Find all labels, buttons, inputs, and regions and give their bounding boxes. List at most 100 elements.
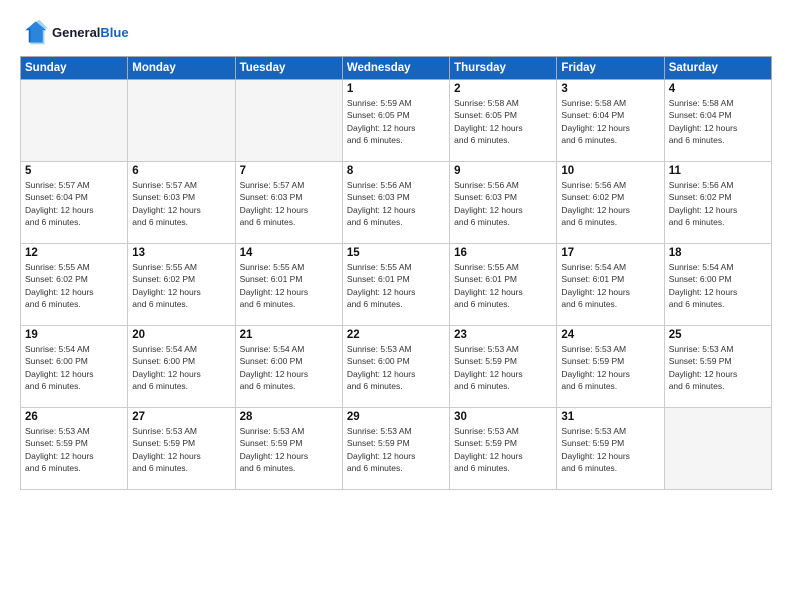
calendar-cell: 13Sunrise: 5:55 AM Sunset: 6:02 PM Dayli… [128, 244, 235, 326]
day-number: 5 [25, 165, 123, 177]
calendar-cell: 26Sunrise: 5:53 AM Sunset: 5:59 PM Dayli… [21, 408, 128, 490]
calendar-cell: 3 Sunrise: 5:58 AM Sunset: 6:04 PM Daylig… [557, 80, 664, 162]
day-info: Sunrise: 5:53 AM Sunset: 5:59 PM Dayligh… [132, 425, 230, 474]
weekday-header-sunday: Sunday [21, 57, 128, 80]
day-info: Sunrise: 5:57 AM Sunset: 6:03 PM Dayligh… [240, 179, 338, 228]
day-info: Sunrise: 5:53 AM Sunset: 5:59 PM Dayligh… [669, 343, 767, 392]
day-number: 12 [25, 247, 123, 259]
day-info: Sunrise: 5:57 AM Sunset: 6:03 PM Dayligh… [132, 179, 230, 228]
calendar-cell: 29 Sunrise: 5:53 AM Sunset: 5:59 PM Dayli… [342, 408, 449, 490]
day-number: 11 [669, 165, 767, 177]
day-number: 14 [240, 247, 338, 259]
day-info: Sunrise: 5:54 AM Sunset: 6:00 PM Dayligh… [25, 343, 123, 392]
weekday-header-wednesday: Wednesday [342, 57, 449, 80]
day-info: Sunrise: 5:59 AM Sunset: 6:05 PM Dayligh… [347, 97, 445, 146]
calendar-cell: 19 Sunrise: 5:54 AM Sunset: 6:00 PM Dayli… [21, 326, 128, 408]
day-number: 24 [561, 329, 659, 341]
calendar-cell: 15Sunrise: 5:55 AM Sunset: 6:01 PM Dayli… [342, 244, 449, 326]
logo-icon [20, 18, 48, 46]
day-number: 28 [240, 411, 338, 423]
calendar-cell [128, 80, 235, 162]
day-number: 17 [561, 247, 659, 259]
calendar-cell: 18 Sunrise: 5:54 AM Sunset: 6:00 PM Dayli… [664, 244, 771, 326]
calendar-cell [235, 80, 342, 162]
calendar-cell: 22 Sunrise: 5:53 AM Sunset: 6:00 PM Dayli… [342, 326, 449, 408]
calendar-cell: 27 Sunrise: 5:53 AM Sunset: 5:59 PM Dayli… [128, 408, 235, 490]
weekday-header-tuesday: Tuesday [235, 57, 342, 80]
calendar-cell: 20 Sunrise: 5:54 AM Sunset: 6:00 PM Dayli… [128, 326, 235, 408]
day-info: Sunrise: 5:54 AM Sunset: 6:01 PM Dayligh… [561, 261, 659, 310]
calendar-cell: 14 Sunrise: 5:55 AM Sunset: 6:01 PM Dayli… [235, 244, 342, 326]
day-info: Sunrise: 5:58 AM Sunset: 6:04 PM Dayligh… [561, 97, 659, 146]
calendar-week-2: 5 Sunrise: 5:57 AM Sunset: 6:04 PM Daylig… [21, 162, 772, 244]
day-info: Sunrise: 5:53 AM Sunset: 5:59 PM Dayligh… [454, 343, 552, 392]
calendar-cell: 7 Sunrise: 5:57 AM Sunset: 6:03 PM Daylig… [235, 162, 342, 244]
calendar-cell: 12 Sunrise: 5:55 AM Sunset: 6:02 PM Dayli… [21, 244, 128, 326]
day-number: 8 [347, 165, 445, 177]
calendar-cell: 6 Sunrise: 5:57 AM Sunset: 6:03 PM Daylig… [128, 162, 235, 244]
calendar-cell [664, 408, 771, 490]
weekday-header-thursday: Thursday [450, 57, 557, 80]
day-number: 26 [25, 411, 123, 423]
calendar-cell: 16 Sunrise: 5:55 AM Sunset: 6:01 PM Dayli… [450, 244, 557, 326]
weekday-header-friday: Friday [557, 57, 664, 80]
day-info: Sunrise: 5:55 AM Sunset: 6:01 PM Dayligh… [347, 261, 445, 310]
day-number: 1 [347, 83, 445, 95]
day-info: Sunrise: 5:56 AM Sunset: 6:03 PM Dayligh… [454, 179, 552, 228]
calendar-cell: 31 Sunrise: 5:53 AM Sunset: 5:59 PM Dayli… [557, 408, 664, 490]
day-info: Sunrise: 5:54 AM Sunset: 6:00 PM Dayligh… [132, 343, 230, 392]
day-number: 29 [347, 411, 445, 423]
day-number: 18 [669, 247, 767, 259]
calendar-cell: 9 Sunrise: 5:56 AM Sunset: 6:03 PM Daylig… [450, 162, 557, 244]
day-number: 22 [347, 329, 445, 341]
page-header: GeneralBlue [20, 18, 772, 46]
day-info: Sunrise: 5:56 AM Sunset: 6:02 PM Dayligh… [669, 179, 767, 228]
day-info: Sunrise: 5:54 AM Sunset: 6:00 PM Dayligh… [669, 261, 767, 310]
day-info: Sunrise: 5:53 AM Sunset: 5:59 PM Dayligh… [561, 425, 659, 474]
calendar-cell: 10 Sunrise: 5:56 AM Sunset: 6:02 PM Dayli… [557, 162, 664, 244]
calendar-cell: 4Sunrise: 5:58 AM Sunset: 6:04 PM Daylig… [664, 80, 771, 162]
calendar-cell: 30Sunrise: 5:53 AM Sunset: 5:59 PM Dayli… [450, 408, 557, 490]
calendar-cell: 11 Sunrise: 5:56 AM Sunset: 6:02 PM Dayli… [664, 162, 771, 244]
day-info: Sunrise: 5:55 AM Sunset: 6:02 PM Dayligh… [132, 261, 230, 310]
day-number: 9 [454, 165, 552, 177]
calendar-table: SundayMondayTuesdayWednesdayThursdayFrid… [20, 56, 772, 490]
day-info: Sunrise: 5:53 AM Sunset: 5:59 PM Dayligh… [347, 425, 445, 474]
calendar-cell: 2 Sunrise: 5:58 AM Sunset: 6:05 PM Daylig… [450, 80, 557, 162]
day-info: Sunrise: 5:56 AM Sunset: 6:02 PM Dayligh… [561, 179, 659, 228]
day-info: Sunrise: 5:55 AM Sunset: 6:02 PM Dayligh… [25, 261, 123, 310]
calendar-cell: 24Sunrise: 5:53 AM Sunset: 5:59 PM Dayli… [557, 326, 664, 408]
day-info: Sunrise: 5:55 AM Sunset: 6:01 PM Dayligh… [240, 261, 338, 310]
weekday-header-row: SundayMondayTuesdayWednesdayThursdayFrid… [21, 57, 772, 80]
weekday-header-saturday: Saturday [664, 57, 771, 80]
calendar-week-1: 1 Sunrise: 5:59 AM Sunset: 6:05 PM Daylig… [21, 80, 772, 162]
day-number: 31 [561, 411, 659, 423]
day-number: 23 [454, 329, 552, 341]
day-info: Sunrise: 5:55 AM Sunset: 6:01 PM Dayligh… [454, 261, 552, 310]
day-info: Sunrise: 5:53 AM Sunset: 5:59 PM Dayligh… [240, 425, 338, 474]
logo-text: GeneralBlue [52, 25, 129, 40]
calendar-cell: 5 Sunrise: 5:57 AM Sunset: 6:04 PM Daylig… [21, 162, 128, 244]
day-info: Sunrise: 5:53 AM Sunset: 5:59 PM Dayligh… [454, 425, 552, 474]
day-number: 16 [454, 247, 552, 259]
calendar-cell: 23 Sunrise: 5:53 AM Sunset: 5:59 PM Dayli… [450, 326, 557, 408]
weekday-header-monday: Monday [128, 57, 235, 80]
day-info: Sunrise: 5:53 AM Sunset: 6:00 PM Dayligh… [347, 343, 445, 392]
day-number: 6 [132, 165, 230, 177]
calendar-cell: 25 Sunrise: 5:53 AM Sunset: 5:59 PM Dayli… [664, 326, 771, 408]
day-number: 27 [132, 411, 230, 423]
calendar-cell: 28 Sunrise: 5:53 AM Sunset: 5:59 PM Dayli… [235, 408, 342, 490]
day-number: 19 [25, 329, 123, 341]
day-number: 20 [132, 329, 230, 341]
day-number: 3 [561, 83, 659, 95]
day-number: 10 [561, 165, 659, 177]
day-info: Sunrise: 5:58 AM Sunset: 6:05 PM Dayligh… [454, 97, 552, 146]
calendar-cell [21, 80, 128, 162]
logo: GeneralBlue [20, 18, 129, 46]
day-info: Sunrise: 5:57 AM Sunset: 6:04 PM Dayligh… [25, 179, 123, 228]
calendar-cell: 1 Sunrise: 5:59 AM Sunset: 6:05 PM Daylig… [342, 80, 449, 162]
calendar-cell: 17 Sunrise: 5:54 AM Sunset: 6:01 PM Dayli… [557, 244, 664, 326]
day-number: 7 [240, 165, 338, 177]
day-number: 25 [669, 329, 767, 341]
day-number: 2 [454, 83, 552, 95]
